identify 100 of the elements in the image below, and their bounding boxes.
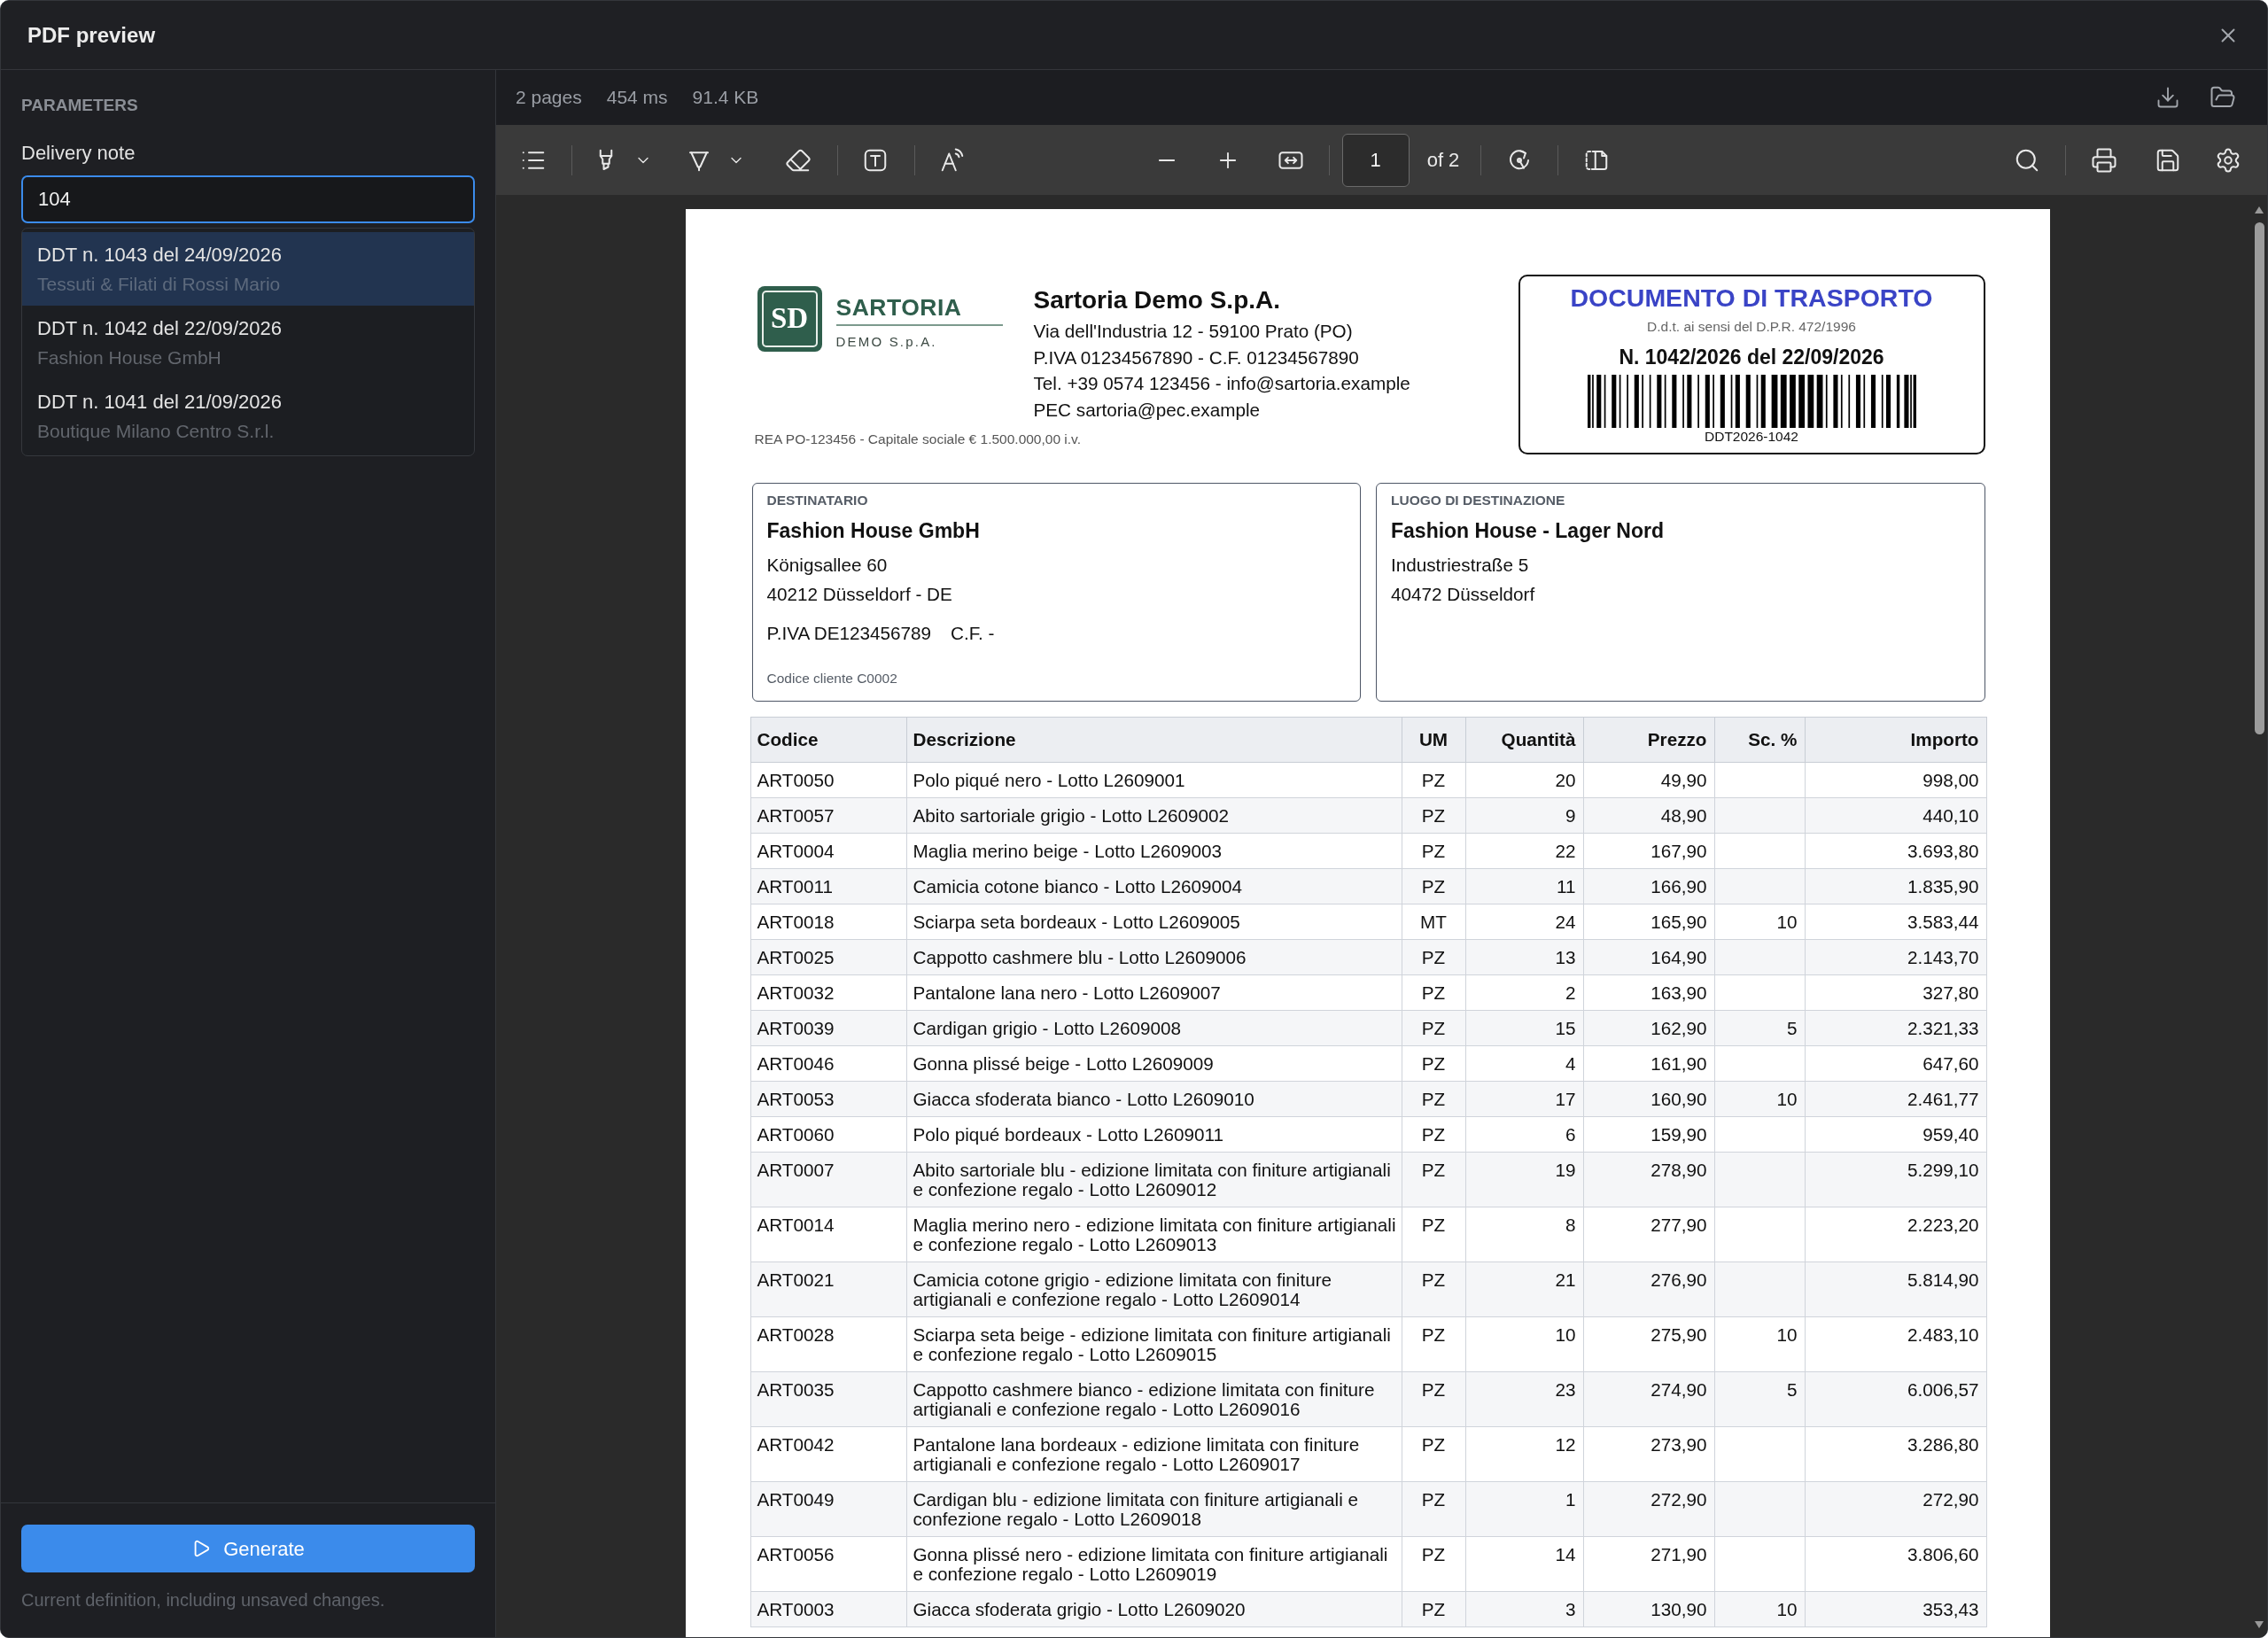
table-cell: 2.461,77: [1805, 1081, 1986, 1117]
table-cell: ART0035: [750, 1371, 906, 1427]
read-aloud-icon[interactable]: [939, 146, 966, 174]
table-cell: ART0046: [750, 1045, 906, 1082]
table-cell: 163,90: [1583, 974, 1714, 1011]
table-cell: PZ: [1402, 974, 1465, 1011]
table-cell: 278,90: [1583, 1152, 1714, 1207]
table-cell: 3.693,80: [1805, 833, 1986, 869]
table-cell: ART0011: [750, 868, 906, 904]
table-cell: 130,90: [1583, 1591, 1714, 1627]
table-cell: MT: [1402, 904, 1465, 940]
table-cell: ART0042: [750, 1426, 906, 1482]
barcode-text: DDT2026-1042: [1705, 429, 1798, 445]
column-header: Sc. %: [1714, 717, 1805, 763]
scroll-down-icon[interactable]: [2255, 1621, 2264, 1628]
table-cell: PZ: [1402, 1481, 1465, 1537]
table-cell: 19: [1465, 1152, 1583, 1207]
page-number-field[interactable]: 1: [1341, 133, 1410, 187]
column-header: UM: [1402, 717, 1465, 763]
table-cell: ART0007: [750, 1152, 906, 1207]
table-cell: 6: [1465, 1116, 1583, 1153]
table-cell: PZ: [1402, 1591, 1465, 1627]
table-cell: 15: [1465, 1010, 1583, 1046]
table-cell: ART0032: [750, 974, 906, 1011]
logo-wordmark: SARTORIA: [835, 294, 963, 321]
table-cell: 9: [1465, 797, 1583, 834]
table-cell: 8: [1465, 1207, 1583, 1262]
table-cell: 164,90: [1583, 939, 1714, 975]
table-cell: PZ: [1402, 833, 1465, 869]
logo-monogram: SD: [757, 286, 822, 352]
section-heading: PARAMETERS: [21, 95, 139, 116]
table-cell: Gonna plissé nero - edizione limitata con finiture artigianali e confezione regalo - Lotto L2609019: [906, 1536, 1402, 1592]
table-cell: Sciarpa seta bordeaux - Lotto L2609005: [906, 904, 1402, 940]
delivery-note-field[interactable]: 104: [21, 175, 475, 223]
table-cell: PZ: [1402, 1010, 1465, 1046]
download-icon[interactable]: [2155, 85, 2180, 110]
destination-name: Fashion House - Lager Nord: [1391, 518, 1665, 543]
suggestion-item[interactable]: DDT n. 1041 del 21/09/2026 Boutique Milano Centro S.r.l.: [22, 379, 474, 453]
company-name: Sartoria Demo S.p.A.: [1033, 285, 1281, 315]
section-label: LUOGO DI DESTINAZIONE: [1391, 492, 1566, 509]
table-cell: ART0014: [750, 1207, 906, 1262]
column-header: Quantità: [1465, 717, 1583, 763]
table-cell: 2.143,70: [1805, 939, 1986, 975]
footnote: Current definition, including unsaved changes.: [21, 1589, 386, 1611]
table-cell: PZ: [1402, 1316, 1465, 1372]
settings-icon[interactable]: [2215, 146, 2241, 174]
table-cell: 160,90: [1583, 1081, 1714, 1117]
table-cell: 12: [1465, 1426, 1583, 1482]
table-cell: 49,90: [1583, 762, 1714, 798]
table-cell: 5.299,10: [1805, 1152, 1986, 1207]
table-cell: 159,90: [1583, 1116, 1714, 1153]
table-cell: Pantalone lana nero - Lotto L2609007: [906, 974, 1402, 1011]
column-header: Prezzo: [1583, 717, 1714, 763]
tax-id: P.IVA DE123456789: [766, 622, 932, 645]
table-cell: 2.223,20: [1805, 1207, 1986, 1262]
table-cell: ART0060: [750, 1116, 906, 1153]
table-cell: 5: [1714, 1010, 1805, 1046]
table-cell: 274,90: [1583, 1371, 1714, 1427]
table-cell: 327,80: [1805, 974, 1986, 1011]
table-cell: Cardigan blu - edizione limitata con finiture artigianali e confezione regalo - Lotto L2609018: [906, 1481, 1402, 1537]
window-title: PDF preview: [27, 21, 156, 49]
table-cell: Abito sartoriale blu - edizione limitata con finiture artigianali e confezione regalo - Lotto L2609012: [906, 1152, 1402, 1207]
suggestion-item[interactable]: DDT n. 1043 del 24/09/2026 Tessuti & Filati di Rossi Mario: [22, 232, 474, 306]
table-cell: 1.835,90: [1805, 868, 1986, 904]
table-cell: 5.814,90: [1805, 1261, 1986, 1317]
table-cell: 24: [1465, 904, 1583, 940]
table-cell: Polo piqué bordeaux - Lotto L2609011: [906, 1116, 1402, 1153]
table-cell: Gonna plissé beige - Lotto L2609009: [906, 1045, 1402, 1082]
table-cell: Giacca sfoderata bianco - Lotto L2609010: [906, 1081, 1402, 1117]
scrollbar-thumb[interactable]: [2254, 222, 2264, 734]
table-cell: ART0018: [750, 904, 906, 940]
table-cell: Maglia merino nero - edizione limitata con finiture artigianali e confezione regalo - Lotto L2609013: [906, 1207, 1402, 1262]
company-detail-line: PEC sartoria@pec.example: [1033, 399, 1262, 423]
table-cell: 17: [1465, 1081, 1583, 1117]
table-cell: 3: [1465, 1591, 1583, 1627]
table-cell: 48,90: [1583, 797, 1714, 834]
company-detail-line: Via dell'Industria 12 - 59100 Prato (PO): [1033, 320, 1354, 343]
table-cell: ART0057: [750, 797, 906, 834]
table-cell: 273,90: [1583, 1426, 1714, 1482]
company-detail-line: Tel. +39 0574 123456 - info@sartoria.example: [1033, 372, 1410, 396]
table-cell: PZ: [1402, 1081, 1465, 1117]
stat-text: 91.4 KB: [692, 86, 759, 110]
scroll-up-icon[interactable]: [2255, 206, 2264, 213]
table-cell: 6.006,57: [1805, 1371, 1986, 1427]
table-cell: PZ: [1402, 868, 1465, 904]
table-cell: 161,90: [1583, 1045, 1714, 1082]
table-cell: PZ: [1402, 1536, 1465, 1592]
table-cell: PZ: [1402, 1045, 1465, 1082]
table-cell: 277,90: [1583, 1207, 1714, 1262]
table-cell: 272,90: [1583, 1481, 1714, 1537]
printer-icon[interactable]: [2091, 146, 2117, 174]
table-cell: Cappotto cashmere blu - Lotto L2609006: [906, 939, 1402, 975]
table-cell: 959,40: [1805, 1116, 1986, 1153]
recipient-name: Fashion House GmbH: [766, 518, 981, 543]
column-header: Codice: [750, 717, 906, 763]
table-cell: Pantalone lana bordeaux - edizione limitata con finiture artigianali e confezione regalo - Lotto L2609017: [906, 1426, 1402, 1482]
table-cell: ART0025: [750, 939, 906, 975]
table-cell: 11: [1465, 868, 1583, 904]
suggestion-item[interactable]: DDT n. 1042 del 22/09/2026 Fashion House GmbH: [22, 306, 474, 379]
table-cell: Camicia cotone grigio - edizione limitata con finiture artigianali e confezione regalo - Lotto L2609014: [906, 1261, 1402, 1317]
